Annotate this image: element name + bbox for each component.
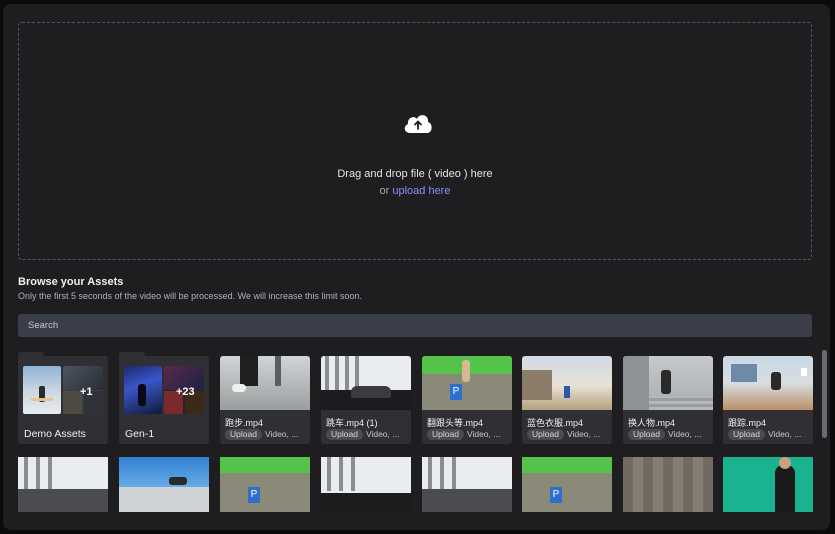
asset-name: 蓝色衣服.mp4	[527, 418, 584, 428]
asset-meta: Upload Video, ...	[326, 429, 399, 440]
asset-name: 跳车.mp4 (1)	[326, 418, 378, 428]
asset-thumbnail[interactable]	[18, 457, 108, 512]
folder-thumbnail	[124, 366, 162, 414]
or-text: or	[379, 185, 390, 197]
folder-label: Demo Assets	[24, 428, 86, 440]
asset-name: 跟踪.mp4	[728, 418, 767, 428]
cloud-upload-icon[interactable]	[402, 111, 434, 135]
dropzone-subtitle: or upload here	[19, 185, 811, 197]
asset-thumbnail[interactable]	[119, 457, 209, 512]
folder-tab	[119, 352, 145, 358]
asset-thumbnail	[321, 356, 411, 410]
asset-type: Video, ...	[264, 429, 299, 439]
asset-thumbnail[interactable]: P	[522, 457, 612, 512]
folder-demo-assets[interactable]: +1 Demo Assets	[18, 352, 108, 444]
asset-card[interactable]: 跑步.mp4 Upload Video, ...	[220, 356, 310, 444]
dropzone-title: Drag and drop file ( video ) here	[337, 168, 493, 180]
asset-thumbnail[interactable]	[321, 457, 411, 512]
folder-label: Gen-1	[125, 428, 155, 440]
asset-tag: Upload	[326, 429, 363, 440]
browse-assets-subtitle: Only the first 5 seconds of the video wi…	[18, 291, 362, 301]
asset-type: Video, ...	[566, 429, 601, 439]
asset-thumbnail	[522, 356, 612, 410]
asset-type: Video, ...	[466, 429, 501, 439]
asset-tag: Upload	[225, 429, 262, 440]
asset-card[interactable]: P 翻跟头等.mp4 Upload Video, ...	[422, 356, 512, 444]
asset-card[interactable]: 跳车.mp4 (1) Upload Video, ...	[321, 356, 411, 444]
folder-gen-1[interactable]: +23 Gen-1	[119, 352, 209, 444]
asset-meta: Upload Video, ...	[225, 429, 298, 440]
asset-thumbnail[interactable]	[623, 457, 713, 512]
asset-meta: Upload Video, ...	[427, 429, 500, 440]
asset-thumbnail	[220, 356, 310, 410]
asset-thumbnail: P	[422, 356, 512, 410]
browse-assets-title: Browse your Assets	[18, 276, 124, 288]
asset-type: Video, ...	[767, 429, 802, 439]
upload-here-link[interactable]: upload here	[392, 185, 450, 197]
asset-card[interactable]: 蓝色衣服.mp4 Upload Video, ...	[522, 356, 612, 444]
asset-card[interactable]: 换人物.mp4 Upload Video, ...	[623, 356, 713, 444]
asset-tag: Upload	[527, 429, 564, 440]
asset-meta: Upload Video, ...	[628, 429, 701, 440]
search-input[interactable]: Search	[18, 314, 812, 337]
asset-thumbnail[interactable]	[422, 457, 512, 512]
upload-dropzone[interactable]: Drag and drop file ( video ) here or upl…	[18, 22, 812, 260]
folder-thumbnail	[23, 366, 61, 414]
asset-meta: Upload Video, ...	[527, 429, 600, 440]
folder-extra-count: +23	[176, 386, 195, 398]
folder-tab	[18, 352, 44, 358]
asset-meta: Upload Video, ...	[728, 429, 801, 440]
asset-type: Video, ...	[365, 429, 400, 439]
asset-name: 换人物.mp4	[628, 418, 676, 428]
asset-thumbnail	[623, 356, 713, 410]
scrollbar[interactable]	[822, 350, 827, 438]
asset-tag: Upload	[728, 429, 765, 440]
asset-name: 跑步.mp4	[225, 418, 264, 428]
asset-thumbnail[interactable]: P	[220, 457, 310, 512]
asset-name: 翻跟头等.mp4	[427, 418, 484, 428]
assets-panel: Drag and drop file ( video ) here or upl…	[3, 4, 830, 530]
asset-thumbnail	[723, 356, 813, 410]
asset-tag: Upload	[628, 429, 665, 440]
asset-thumbnail[interactable]	[723, 457, 813, 512]
asset-card[interactable]: 跟踪.mp4 Upload Video, ...	[723, 356, 813, 444]
asset-tag: Upload	[427, 429, 464, 440]
folder-extra-count: +1	[80, 386, 93, 398]
asset-type: Video, ...	[667, 429, 702, 439]
